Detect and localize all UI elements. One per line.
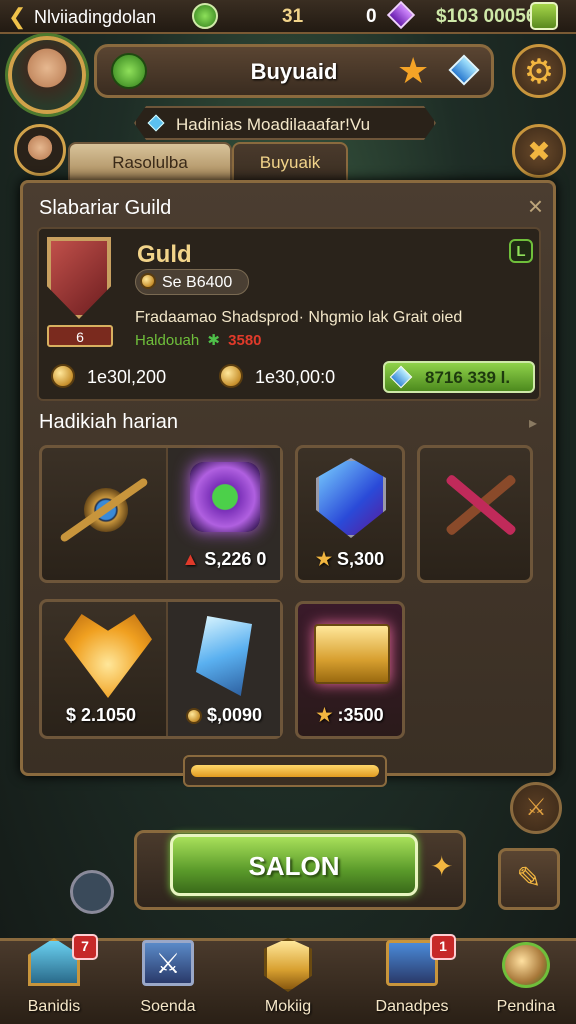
gold-value: $103 00056 <box>436 6 537 27</box>
buy-value: 8716 339 l. <box>425 368 511 387</box>
nav-label: Banidis <box>27 998 81 1015</box>
section-title: Hadikiah harian <box>39 411 178 433</box>
stat-1: 1e30l,200 <box>47 361 207 393</box>
crest-rank: 6 <box>76 329 84 345</box>
guild-name: Guld <box>137 241 192 268</box>
guild-reward: Haldouah ✱ 3580 <box>135 331 262 349</box>
settings-gear-icon[interactable]: ⚙ <box>512 44 566 98</box>
section-arrow-icon: ▸ <box>528 415 537 432</box>
item-inner-slot: $,0090 <box>166 602 280 736</box>
shop-item[interactable]: ★ S,300 <box>295 445 405 583</box>
top-bar: ❮ Nlviiadingdolan 31 0 $103 00056 <box>0 0 576 34</box>
reward-label: Haldouah <box>135 332 200 349</box>
progress-bar <box>183 755 387 787</box>
item-price: $,0090 <box>168 705 280 726</box>
item-price: ★ S,300 <box>315 549 385 569</box>
shop-item[interactable]: ★ :3500 <box>295 601 405 739</box>
guild-level-badge: L <box>509 239 533 263</box>
reward-value: 3580 <box>228 332 262 349</box>
guild-card[interactable]: 6 Guld L Se B6400 Fradaamao Shadsprod· N… <box>37 227 541 401</box>
side-shield-button[interactable]: ⚔ <box>510 782 562 834</box>
stat-1-value: 1e30l,200 <box>87 367 167 387</box>
gold-shield-icon <box>264 938 312 992</box>
banner-title: Buyuaid <box>250 59 338 84</box>
blue-shield-icon <box>316 458 386 538</box>
shop-item[interactable] <box>417 445 533 583</box>
tab-avatar <box>14 124 66 176</box>
star-icon: ✦ <box>430 851 454 882</box>
swords-icon[interactable]: ✖ <box>512 124 566 178</box>
tab-buyuaik[interactable]: Buyuaik <box>232 142 348 182</box>
star-icon: ★ <box>397 50 430 91</box>
energy-icon <box>192 3 218 29</box>
nav-label: Mokiig <box>264 998 312 1015</box>
item-inner-slot: ▲ S,226 0 <box>166 448 280 580</box>
reward-icon: ✱ <box>207 332 220 349</box>
player-name: Nlviiadingdolan <box>34 7 157 27</box>
back-arrow-icon[interactable]: ❮ <box>8 4 26 30</box>
close-icon[interactable]: × <box>528 191 543 222</box>
nav-item-danadpes[interactable]: 1 Danadpes <box>364 934 460 1024</box>
subtitle-text: Hadinias Moadilaaafar!Vu <box>176 115 371 134</box>
main-panel: Slabariar Guild × 6 Guld L Se B6400 Frad… <box>20 180 556 787</box>
crossbow-icon <box>432 464 524 544</box>
blue-diamond-icon <box>147 114 165 132</box>
orb-plant-icon <box>502 942 550 988</box>
tab-label: Buyuaik <box>259 153 321 172</box>
stat-2: 1e30,00:0 <box>215 361 385 393</box>
item-price-text: :3500 <box>337 705 384 725</box>
subtitle-bar: Hadinias Moadilaaafar!Vu <box>134 106 436 140</box>
guild-crest-icon <box>47 237 111 319</box>
blue-gem-icon <box>389 365 413 389</box>
gems-value: 0 <box>366 6 377 27</box>
salon-button[interactable]: SALON <box>170 834 418 896</box>
gold-fan-icon <box>64 614 152 698</box>
quill-icon[interactable]: ✎ <box>498 848 560 910</box>
item-price-text: S,226 0 <box>204 549 267 569</box>
item-price-text: S,300 <box>337 549 385 569</box>
crystal-axe-icon <box>196 616 252 696</box>
nav-item-mokiig[interactable]: Mokiig <box>240 934 336 1024</box>
item-price-text: $,0090 <box>206 705 263 725</box>
nav-item-pendina[interactable]: Pendina <box>478 934 574 1024</box>
nav-badge: 7 <box>72 934 98 960</box>
gold-chest-icon <box>314 624 390 684</box>
coin-icon <box>140 273 156 289</box>
level-badge-text: L <box>516 243 526 260</box>
nav-label: Danadpes <box>375 998 449 1015</box>
salon-button-label: SALON <box>248 851 340 881</box>
guild-buy-button[interactable]: 8716 339 l. <box>383 361 535 393</box>
green-gem-icon <box>190 462 260 532</box>
shop-item[interactable]: $ 2.1050 $,0090 <box>39 599 283 739</box>
profile-banner[interactable]: Buyuaid ★ <box>94 44 494 98</box>
gold-coin-icon <box>51 364 75 388</box>
stat-2-value: 1e30,00:0 <box>255 367 336 387</box>
tab-label: Rasolulba <box>112 153 188 172</box>
crossed-swords-icon: ⚔ <box>142 940 194 986</box>
panel-header: Slabariar Guild <box>39 197 172 219</box>
clock-icon[interactable] <box>70 870 114 914</box>
shop-item[interactable]: ▲ S,226 0 <box>39 445 283 583</box>
nav-label: Pendina <box>496 998 556 1015</box>
item-price-text: $ 2.1050 <box>65 705 137 725</box>
item-price: ★ :3500 <box>316 705 384 725</box>
compass-staff-icon <box>54 458 154 558</box>
purple-gem-icon <box>386 0 416 30</box>
guild-description: Fradaamao Shadsprod· Nhgmio lak Grait oi… <box>135 309 463 326</box>
gold-coin-icon <box>219 364 243 388</box>
crest-rank-ribbon: 6 <box>47 325 113 347</box>
progress-fill <box>191 765 379 777</box>
nav-badge: 1 <box>430 934 456 960</box>
avatar[interactable] <box>8 36 86 114</box>
nav-item-soenda[interactable]: ⚔ Soenda <box>120 934 216 1024</box>
item-price: ▲ S,226 0 <box>181 549 267 569</box>
energy-value: 31 <box>282 6 304 27</box>
guild-cost-pill: Se B6400 <box>135 269 249 295</box>
nav-item-banidis[interactable]: 7 Banidis <box>6 934 102 1024</box>
nav-label: Soenda <box>140 998 196 1015</box>
item-price: $ 2.1050 <box>42 705 160 726</box>
tab-rasolulba[interactable]: Rasolulba <box>68 142 232 182</box>
add-currency-button[interactable] <box>530 2 558 30</box>
guild-cost: Se B6400 <box>162 274 233 291</box>
